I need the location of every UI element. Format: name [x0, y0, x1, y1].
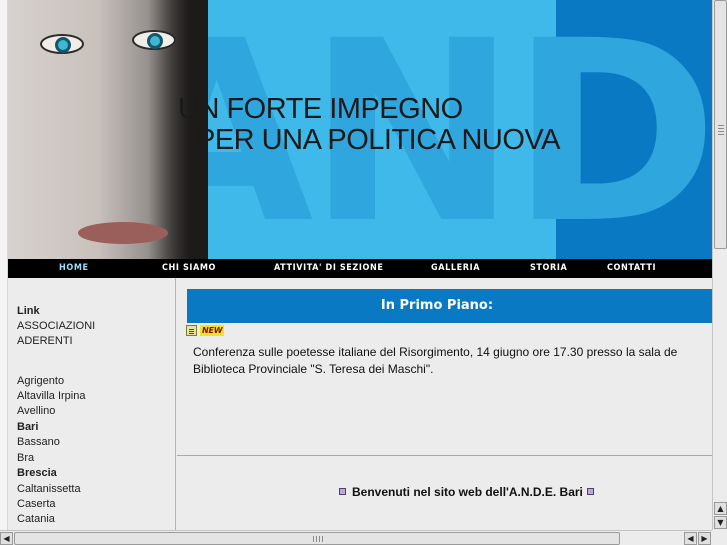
headline-line-1: UN FORTE IMPEGNO: [178, 93, 463, 125]
sidebar-heading-link: Link: [17, 305, 40, 317]
welcome-text: Benvenuti nel sito web dell'A.N.D.E. Bar…: [352, 485, 583, 499]
nav-contatti[interactable]: CONTATTI: [607, 259, 656, 278]
sidebar-city-avellino[interactable]: Avellino: [17, 405, 55, 417]
scroll-left-end-arrow-icon[interactable]: ◀: [684, 532, 697, 545]
vertical-scrollbar[interactable]: ▲ ▼: [712, 0, 727, 530]
section-divider: [177, 455, 712, 456]
scroll-up-arrow-icon[interactable]: ▲: [714, 502, 727, 515]
sidebar-city-brescia[interactable]: Brescia: [17, 467, 57, 479]
sidebar-link-aderenti[interactable]: ADERENTI: [17, 335, 73, 347]
banner-left-eye: [40, 34, 84, 54]
news-line-2: Biblioteca Provinciale "S. Teresa dei Ma…: [193, 362, 434, 376]
nav-home[interactable]: HOME: [59, 259, 89, 278]
sidebar: Link ASSOCIAZIONI ADERENTI Agrigento Alt…: [8, 278, 176, 530]
header-banner: ANDE UN FORTE IMPEGNO PER UNA POLITICA N…: [8, 0, 712, 259]
document-icon: [186, 325, 197, 336]
sidebar-city-bra[interactable]: Bra: [17, 452, 34, 464]
banner-headline: UN FORTE IMPEGNO PER UNA POLITICA NUOVA: [178, 94, 560, 156]
horizontal-scroll-thumb[interactable]: [14, 532, 620, 545]
sidebar-city-caserta[interactable]: Caserta: [17, 498, 56, 510]
browser-viewport: ANDE UN FORTE IMPEGNO PER UNA POLITICA N…: [0, 0, 712, 530]
sidebar-city-catania[interactable]: Catania: [17, 513, 55, 525]
main-navigation: HOME CHI SIAMO ATTIVITA' DI SEZIONE GALL…: [8, 259, 712, 278]
sidebar-city-bari[interactable]: Bari: [17, 421, 38, 433]
banner-lips: [78, 222, 168, 244]
scroll-down-arrow-icon[interactable]: ▼: [714, 516, 727, 529]
sidebar-city-altavilla-irpina[interactable]: Altavilla Irpina: [17, 390, 85, 402]
welcome-message: Benvenuti nel sito web dell'A.N.D.E. Bar…: [339, 485, 594, 499]
headline-line-2: PER UNA POLITICA NUOVA: [196, 124, 560, 156]
new-badge: NEW: [200, 325, 225, 336]
content-area: Link ASSOCIAZIONI ADERENTI Agrigento Alt…: [8, 278, 712, 530]
main-panel: In Primo Piano: NEW Conferenza sulle poe…: [177, 278, 712, 530]
sidebar-city-bassano[interactable]: Bassano: [17, 436, 60, 448]
scrollbar-corner: [712, 530, 727, 545]
sidebar-city-caltanissetta[interactable]: Caltanissetta: [17, 483, 81, 495]
banner-right-eye: [132, 30, 176, 50]
sidebar-city-agrigento[interactable]: Agrigento: [17, 375, 64, 387]
scroll-right-arrow-icon[interactable]: ▶: [698, 532, 711, 545]
bullet-left-icon: [339, 488, 346, 495]
vertical-scroll-thumb[interactable]: [714, 0, 727, 249]
nav-attivita-di-sezione[interactable]: ATTIVITA' DI SEZIONE: [274, 259, 383, 278]
bullet-right-icon: [586, 488, 594, 495]
primo-piano-header: In Primo Piano:: [187, 289, 712, 323]
news-line-1: Conferenza sulle poetesse italiane del R…: [193, 345, 678, 359]
nav-storia[interactable]: STORIA: [530, 259, 567, 278]
news-item[interactable]: Conferenza sulle poetesse italiane del R…: [193, 344, 712, 378]
nav-chi-siamo[interactable]: CHI SIAMO: [162, 259, 216, 278]
nav-galleria[interactable]: GALLERIA: [431, 259, 480, 278]
horizontal-scrollbar[interactable]: ◀ ◀ ▶: [0, 530, 712, 545]
page-left-edge: [0, 0, 8, 530]
sidebar-link-associazioni[interactable]: ASSOCIAZIONI: [17, 320, 95, 332]
scroll-left-arrow-icon[interactable]: ◀: [0, 532, 13, 545]
